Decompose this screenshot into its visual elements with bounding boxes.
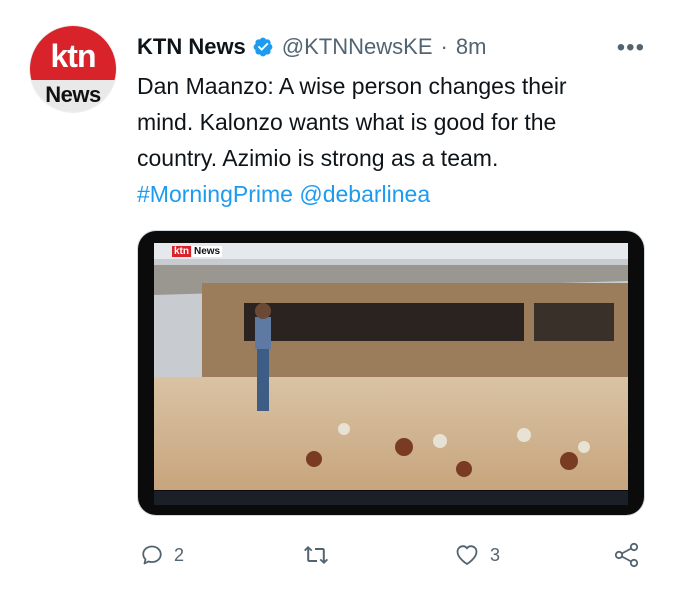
tweet-text-line-2: mind. Kalonzo wants what is good for the (137, 109, 557, 135)
profile-avatar[interactable]: ktn News (30, 26, 116, 112)
reply-icon (142, 545, 162, 565)
share-action[interactable] (613, 541, 641, 574)
channel-logo-ktn: ktn (172, 245, 191, 257)
tweet-media[interactable]: ktn News (138, 231, 644, 515)
tweet-text-line-3: country. Azimio is strong as a team. (137, 145, 499, 171)
farm-scene-image (154, 259, 628, 490)
video-frame: ktn News (154, 243, 628, 490)
like-count: 3 (490, 544, 501, 565)
mention-link[interactable]: @debarlinea (299, 181, 430, 207)
avatar-logo-news: News (45, 82, 101, 107)
channel-logo: ktn News (172, 245, 223, 257)
channel-logo-news: News (192, 245, 223, 257)
user-handle[interactable]: @KTNNewsKE (282, 34, 433, 60)
reply-action[interactable]: 2 (140, 543, 184, 567)
reply-count: 2 (174, 544, 185, 565)
avatar-logo-ktn: ktn (50, 37, 97, 74)
channel-top-bar (154, 243, 628, 259)
heart-icon (456, 545, 478, 565)
header-separator: · (440, 34, 448, 59)
retweet-action[interactable] (302, 543, 330, 572)
tweet-header: KTN News @KTNNewsKE · 8m ••• (137, 32, 645, 62)
windows-taskbar (154, 491, 628, 505)
tweet-time[interactable]: 8m (456, 34, 487, 60)
hashtag-link[interactable]: #MorningPrime (137, 181, 293, 207)
tweet-text: Dan Maanzo: A wise person changes their … (137, 68, 647, 212)
avatar-logo-top: ktn (30, 26, 116, 80)
avatar-logo-bottom: News (30, 80, 116, 112)
share-icon (614, 542, 639, 568)
more-options-icon[interactable]: ••• (617, 34, 645, 62)
like-action[interactable]: 3 (454, 543, 500, 567)
tweet-text-line-1: Dan Maanzo: A wise person changes their (137, 73, 567, 99)
display-name[interactable]: KTN News (137, 34, 246, 60)
verified-badge-icon (253, 37, 273, 57)
retweet-icon (304, 546, 328, 564)
